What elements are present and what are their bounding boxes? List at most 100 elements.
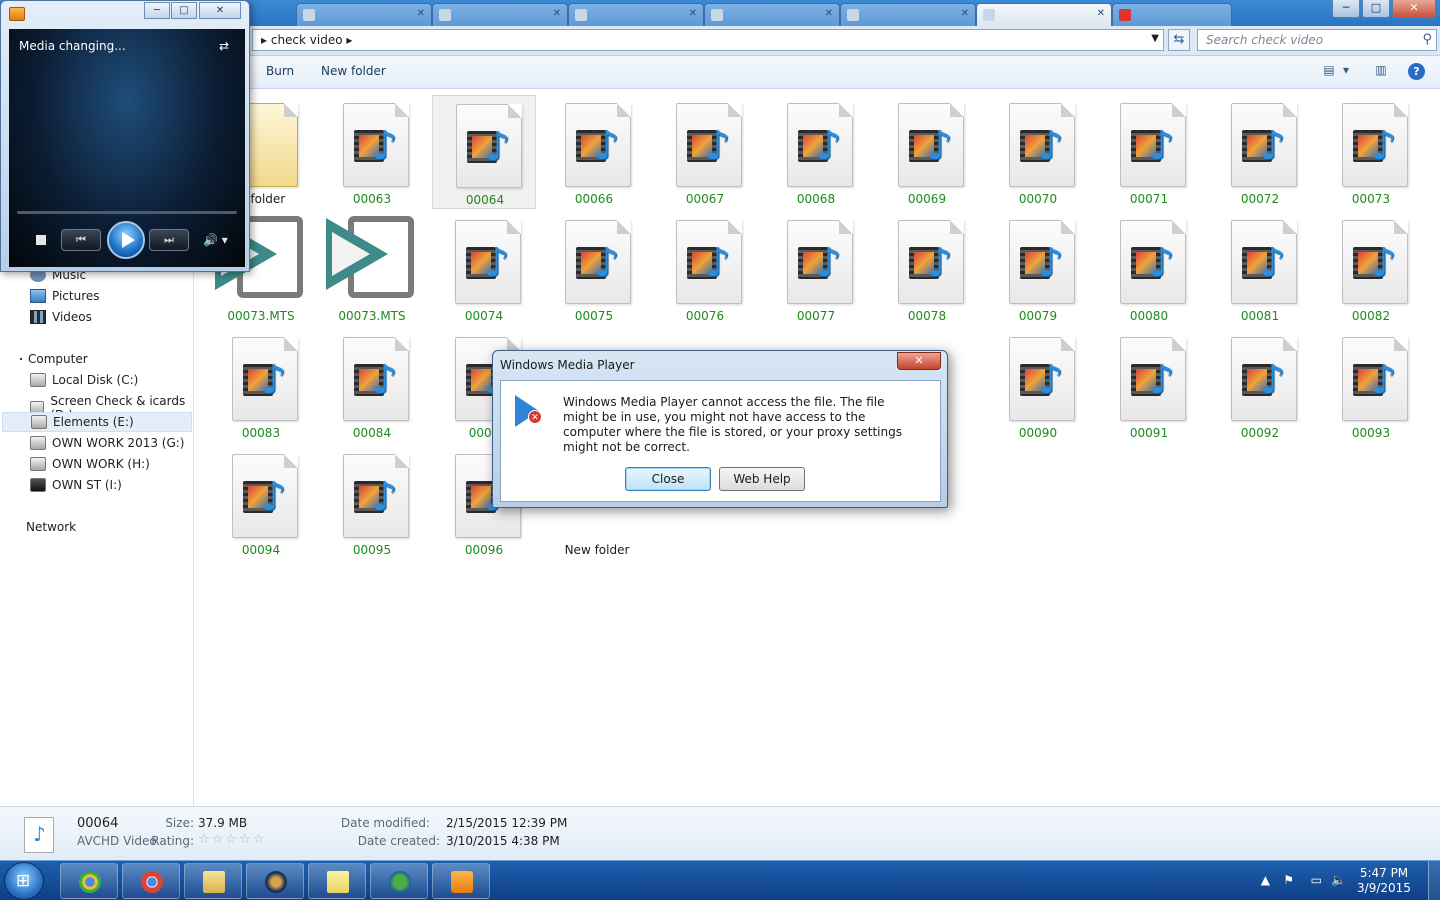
video-file-item[interactable]: ♪ 00095 bbox=[320, 446, 424, 560]
network-icon[interactable]: ▭ bbox=[1311, 873, 1322, 887]
video-file-item[interactable]: ♪ 00071 bbox=[1097, 95, 1201, 209]
nav-item-drive-i[interactable]: OWN ST (I:) bbox=[30, 478, 122, 492]
video-file-item[interactable]: ♪ 00072 bbox=[1208, 95, 1312, 209]
dialog-close-button[interactable]: ✕ bbox=[897, 352, 941, 370]
video-file-item[interactable]: ♪ 00090 bbox=[986, 329, 1090, 443]
nav-item-pictures[interactable]: Pictures bbox=[30, 289, 100, 303]
taskbar-app-chrome[interactable] bbox=[122, 863, 180, 899]
video-area[interactable]: Media changing... ⇄ ⏮ ⏭ 🔊 ▾ bbox=[9, 29, 245, 267]
close-tab-icon[interactable]: ✕ bbox=[553, 8, 561, 19]
mts-file-item[interactable]: 00073.MTS bbox=[320, 212, 424, 326]
taskbar-app-notes[interactable] bbox=[308, 863, 366, 899]
video-file-item[interactable]: ♪ 00081 bbox=[1208, 212, 1312, 326]
breadcrumb[interactable]: ▸ check video ▸ bbox=[261, 33, 352, 47]
show-hidden-icons-icon[interactable]: ▲ bbox=[1261, 873, 1270, 887]
volume-icon[interactable]: 🔈 bbox=[1331, 873, 1346, 887]
next-button[interactable]: ⏭ bbox=[149, 229, 189, 251]
show-desktop-button[interactable] bbox=[1428, 861, 1440, 900]
video-file-item-selected[interactable]: ♪ 00064 bbox=[432, 95, 536, 209]
taskbar-app-download-manager[interactable] bbox=[370, 863, 428, 899]
video-file-item[interactable]: ♪ 00068 bbox=[764, 95, 868, 209]
nav-item-computer[interactable]: Computer bbox=[20, 352, 88, 366]
video-file-item[interactable]: ♪ 00092 bbox=[1208, 329, 1312, 443]
help-icon[interactable]: ? bbox=[1408, 63, 1425, 80]
nav-item-drive-g[interactable]: OWN WORK 2013 (G:) bbox=[30, 436, 185, 450]
chevron-down-icon[interactable]: ▾ bbox=[1338, 63, 1354, 81]
stop-button[interactable] bbox=[36, 235, 46, 245]
close-tab-icon[interactable]: ✕ bbox=[689, 8, 697, 19]
video-file-item[interactable]: ♪ 00069 bbox=[875, 95, 979, 209]
nav-item-network[interactable]: Network bbox=[20, 520, 76, 534]
search-icon[interactable]: ⚲ bbox=[1422, 32, 1432, 47]
video-file-item[interactable]: ♪ 00078 bbox=[875, 212, 979, 326]
browser-tab[interactable]: ✕ bbox=[568, 3, 704, 26]
video-file-item[interactable]: ♪ 00080 bbox=[1097, 212, 1201, 326]
search-input[interactable]: Search check video ⚲ bbox=[1197, 29, 1437, 51]
video-file-item[interactable]: ♪ 00084 bbox=[320, 329, 424, 443]
minimize-button[interactable]: ─ bbox=[1332, 0, 1360, 18]
maximize-button[interactable]: □ bbox=[1362, 0, 1390, 18]
favicon-icon bbox=[711, 9, 723, 21]
clock[interactable]: 5:47 PM 3/9/2015 bbox=[1354, 866, 1414, 896]
rating-label: Rating: bbox=[151, 834, 194, 848]
browser-tab[interactable] bbox=[1112, 3, 1232, 26]
breadcrumb-folder[interactable]: check video bbox=[271, 33, 343, 47]
video-file-item[interactable]: ♪ 00070 bbox=[986, 95, 1090, 209]
maximize-button[interactable]: □ bbox=[171, 2, 197, 19]
close-tab-icon[interactable]: ✕ bbox=[417, 8, 425, 19]
video-file-item[interactable]: ♪ 00063 bbox=[320, 95, 424, 209]
video-file-item[interactable]: ♪ 00083 bbox=[209, 329, 313, 443]
previous-button[interactable]: ⏮ bbox=[61, 229, 101, 251]
volume-button[interactable]: 🔊 ▾ bbox=[203, 233, 228, 247]
taskbar-app-chrome-old[interactable] bbox=[60, 863, 118, 899]
browser-tab[interactable]: ✕ bbox=[840, 3, 976, 26]
switch-to-library-icon[interactable]: ⇄ bbox=[219, 39, 235, 53]
video-file-item[interactable]: ♪ 00091 bbox=[1097, 329, 1201, 443]
seek-bar[interactable] bbox=[17, 211, 237, 214]
action-center-flag-icon[interactable]: ⚑ bbox=[1283, 873, 1294, 887]
nav-item-videos[interactable]: Videos bbox=[30, 310, 92, 324]
taskbar-app-media-center[interactable] bbox=[246, 863, 304, 899]
rating-stars[interactable]: ☆☆☆☆☆ bbox=[198, 832, 266, 847]
close-tab-icon[interactable]: ✕ bbox=[825, 8, 833, 19]
video-file-item[interactable]: ♪ 00074 bbox=[432, 212, 536, 326]
close-window-button[interactable]: ✕ bbox=[1392, 0, 1436, 18]
video-file-item[interactable]: ♪ 00075 bbox=[542, 212, 646, 326]
chevron-down-icon[interactable]: ▼ bbox=[1151, 33, 1159, 44]
video-file-item[interactable]: ♪ 00079 bbox=[986, 212, 1090, 326]
browser-tab[interactable]: ✕ bbox=[704, 3, 840, 26]
minimize-button[interactable]: ─ bbox=[144, 2, 170, 19]
browser-tab[interactable]: ✕ bbox=[432, 3, 568, 26]
nav-item-drive-h[interactable]: OWN WORK (H:) bbox=[30, 457, 150, 471]
video-file-item[interactable]: ♪ 00076 bbox=[653, 212, 757, 326]
video-file-icon: ♪ bbox=[1342, 337, 1408, 421]
start-button[interactable]: ⊞ bbox=[4, 862, 44, 900]
nav-item-drive-c[interactable]: Local Disk (C:) bbox=[30, 373, 138, 387]
video-file-icon: ♪ bbox=[1231, 103, 1297, 187]
close-button[interactable]: Close bbox=[625, 467, 711, 491]
close-button[interactable]: ✕ bbox=[199, 2, 241, 19]
video-file-item[interactable]: ♪ 00093 bbox=[1319, 329, 1423, 443]
video-file-item[interactable]: ♪ 00066 bbox=[542, 95, 646, 209]
new-folder-button[interactable]: New folder bbox=[321, 64, 386, 78]
nav-label: Network bbox=[26, 520, 77, 534]
change-view-icon[interactable]: ▤ bbox=[1318, 63, 1340, 81]
close-tab-icon[interactable]: ✕ bbox=[961, 8, 969, 19]
browser-tab[interactable]: ✕ bbox=[296, 3, 432, 26]
video-file-item[interactable]: ♪ 00094 bbox=[209, 446, 313, 560]
video-file-item[interactable]: ♪ 00082 bbox=[1319, 212, 1423, 326]
refresh-button[interactable]: ⇆ bbox=[1168, 29, 1190, 51]
browser-tab-active[interactable]: ✕ bbox=[976, 3, 1112, 26]
video-file-item[interactable]: ♪ 00077 bbox=[764, 212, 868, 326]
burn-button[interactable]: Burn bbox=[266, 64, 294, 78]
web-help-button[interactable]: Web Help bbox=[719, 467, 805, 491]
taskbar-app-media-player[interactable] bbox=[432, 863, 490, 899]
play-button[interactable] bbox=[107, 221, 145, 259]
nav-item-drive-e[interactable]: Elements (E:) bbox=[2, 412, 192, 432]
close-tab-icon[interactable]: ✕ bbox=[1097, 8, 1105, 19]
preview-pane-icon[interactable]: ▥ bbox=[1370, 63, 1392, 81]
taskbar-app-explorer[interactable] bbox=[184, 863, 242, 899]
video-file-item[interactable]: ♪ 00067 bbox=[653, 95, 757, 209]
address-bar[interactable]: ▸ check video ▸ ▼ bbox=[252, 29, 1164, 51]
video-file-item[interactable]: ♪ 00073 bbox=[1319, 95, 1423, 209]
